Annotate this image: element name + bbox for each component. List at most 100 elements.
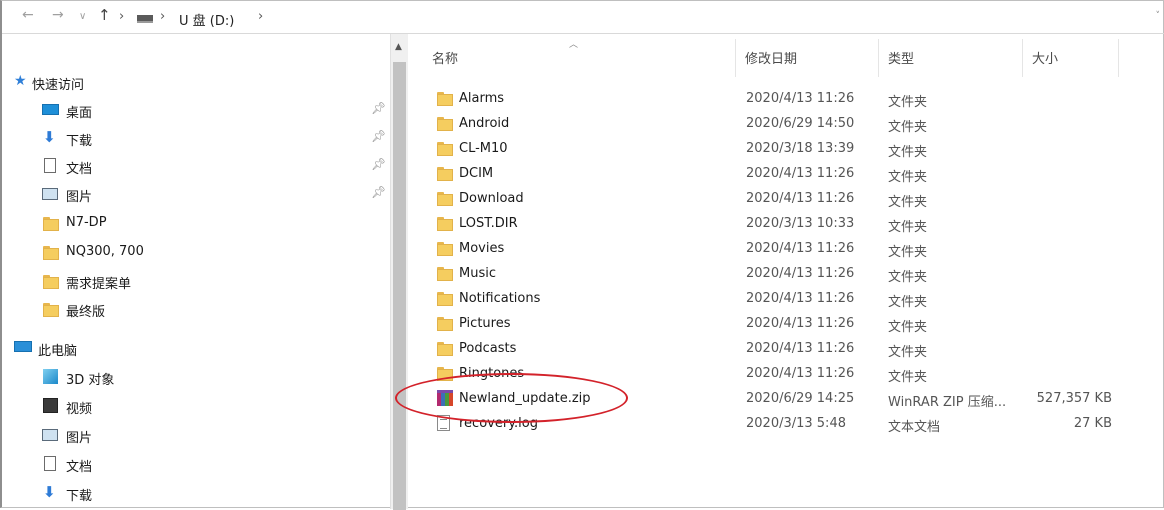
file-row[interactable]: Pictures 2020/4/13 11:26 文件夹: [432, 312, 1152, 337]
pin-icon[interactable]: 📌︎: [371, 157, 386, 171]
address-dropdown-icon[interactable]: ˅: [1156, 11, 1161, 21]
file-name: Pictures: [459, 316, 511, 331]
file-row[interactable]: Music 2020/4/13 11:26 文件夹: [432, 262, 1152, 287]
breadcrumb-drive[interactable]: U 盘 (D:): [179, 10, 234, 29]
column-header-type[interactable]: 类型: [888, 48, 914, 67]
file-type: 文件夹: [888, 145, 928, 160]
file-name: Alarms: [459, 91, 505, 106]
file-date: 2020/4/13 11:26: [746, 366, 855, 381]
file-row[interactable]: Alarms 2020/4/13 11:26 文件夹: [432, 87, 1152, 112]
file-row[interactable]: LOST.DIR 2020/3/13 10:33 文件夹: [432, 212, 1152, 237]
file-date: 2020/4/13 11:26: [746, 316, 855, 331]
nav-item-label: 视频: [66, 402, 93, 417]
nav-quick-access[interactable]: ★ 快速访问: [2, 69, 382, 95]
file-row[interactable]: Podcasts 2020/4/13 11:26 文件夹: [432, 337, 1152, 362]
file-explorer-window: ← → ∨ ↑ › › U 盘 (D:) › ˅ ★ 快速访问 桌面 📌︎ ⬇ …: [0, 0, 1164, 510]
file-name: Podcasts: [459, 341, 517, 356]
scrollbar-thumb[interactable]: [393, 62, 406, 510]
folder-icon: [43, 301, 59, 317]
pin-icon[interactable]: 📌︎: [371, 101, 386, 115]
file-type: 文件夹: [888, 220, 928, 235]
breadcrumb-separator: ›: [258, 9, 264, 24]
nav-item-folder[interactable]: N7-DP: [2, 210, 382, 236]
column-divider[interactable]: [1022, 39, 1023, 77]
file-date: 2020/6/29 14:25: [746, 391, 855, 406]
file-date: 2020/3/13 5:48: [746, 416, 846, 431]
folder-icon: [437, 215, 453, 231]
file-type: 文件夹: [888, 295, 928, 310]
nav-pane-scrollbar[interactable]: ▲: [390, 34, 408, 510]
file-row[interactable]: CL-M10 2020/3/18 13:39 文件夹: [432, 137, 1152, 162]
file-date: 2020/4/13 11:26: [746, 91, 855, 106]
nav-item-label: N7-DP: [66, 215, 107, 230]
file-row[interactable]: Movies 2020/4/13 11:26 文件夹: [432, 237, 1152, 262]
recent-locations-icon[interactable]: ∨: [79, 11, 86, 22]
download-icon: ⬇: [43, 128, 56, 146]
file-date: 2020/4/13 11:26: [746, 266, 855, 281]
folder-icon: [437, 190, 453, 206]
file-row[interactable]: Android 2020/6/29 14:50 文件夹: [432, 112, 1152, 137]
folder-icon: [437, 90, 453, 106]
nav-item-label: 下载: [66, 489, 93, 504]
nav-item-downloads[interactable]: ⬇ 下载: [2, 480, 382, 506]
file-name: Music: [459, 266, 496, 281]
pin-icon[interactable]: 📌︎: [371, 185, 386, 199]
column-divider[interactable]: [1118, 39, 1119, 77]
file-row[interactable]: Download 2020/4/13 11:26 文件夹: [432, 187, 1152, 212]
nav-item-desktop[interactable]: 桌面 📌︎: [2, 97, 386, 123]
drive-icon: [137, 15, 153, 23]
breadcrumb-separator: ›: [119, 9, 125, 24]
column-header-size[interactable]: 大小: [1032, 48, 1058, 67]
nav-item-3d-objects[interactable]: 3D 对象: [2, 364, 382, 390]
nav-item-label: 最终版: [66, 305, 106, 320]
scroll-up-arrow-icon[interactable]: ▲: [395, 42, 402, 52]
file-type: 文件夹: [888, 120, 928, 135]
folder-icon: [43, 273, 59, 289]
back-arrow-icon[interactable]: ←: [22, 7, 34, 23]
nav-item-documents[interactable]: 文档: [2, 451, 382, 477]
file-type: 文件夹: [888, 345, 928, 360]
forward-arrow-icon[interactable]: →: [52, 7, 64, 23]
file-type: 文件夹: [888, 270, 928, 285]
file-row[interactable]: Notifications 2020/4/13 11:26 文件夹: [432, 287, 1152, 312]
nav-item-label: NQ300, 700: [66, 244, 144, 259]
file-type: 文件夹: [888, 370, 928, 385]
video-icon: [43, 398, 58, 413]
column-header-name[interactable]: 名称: [432, 48, 458, 67]
nav-item-folder[interactable]: NQ300, 700: [2, 239, 382, 265]
file-date: 2020/4/13 11:26: [746, 166, 855, 181]
nav-item-folder[interactable]: 最终版: [2, 296, 382, 322]
highlight-ellipse: [395, 373, 628, 423]
nav-item-label: 文档: [66, 162, 93, 177]
up-arrow-icon[interactable]: ↑: [98, 6, 111, 24]
file-name: CL-M10: [459, 141, 508, 156]
nav-item-downloads[interactable]: ⬇ 下载 📌︎: [2, 125, 386, 151]
pictures-icon: [42, 429, 58, 441]
nav-item-documents[interactable]: 文档 📌︎: [2, 153, 386, 179]
column-header-date[interactable]: 修改日期: [745, 48, 797, 67]
document-icon: [44, 158, 56, 173]
file-date: 2020/4/13 11:26: [746, 341, 855, 356]
breadcrumb-separator: ›: [160, 9, 166, 24]
nav-quick-access-label: 快速访问: [32, 78, 85, 93]
nav-item-folder[interactable]: 需求提案单: [2, 268, 382, 294]
folder-icon: [437, 290, 453, 306]
nav-this-pc[interactable]: 此电脑: [2, 335, 382, 361]
nav-item-videos[interactable]: 视频: [2, 393, 382, 419]
download-icon: ⬇: [43, 483, 56, 501]
nav-item-pictures[interactable]: 图片: [2, 422, 382, 448]
file-name: Download: [459, 191, 524, 206]
folder-icon: [437, 315, 453, 331]
pin-icon[interactable]: 📌︎: [371, 129, 386, 143]
column-divider[interactable]: [878, 39, 879, 77]
file-date: 2020/4/13 11:26: [746, 291, 855, 306]
pictures-icon: [42, 188, 58, 200]
file-date: 2020/4/13 11:26: [746, 241, 855, 256]
file-name: LOST.DIR: [459, 216, 518, 231]
file-row[interactable]: DCIM 2020/4/13 11:26 文件夹: [432, 162, 1152, 187]
document-icon: [44, 456, 56, 471]
column-divider[interactable]: [735, 39, 736, 77]
nav-item-pictures[interactable]: 图片 📌︎: [2, 181, 386, 207]
file-type: 文件夹: [888, 170, 928, 185]
folder-icon: [437, 115, 453, 131]
